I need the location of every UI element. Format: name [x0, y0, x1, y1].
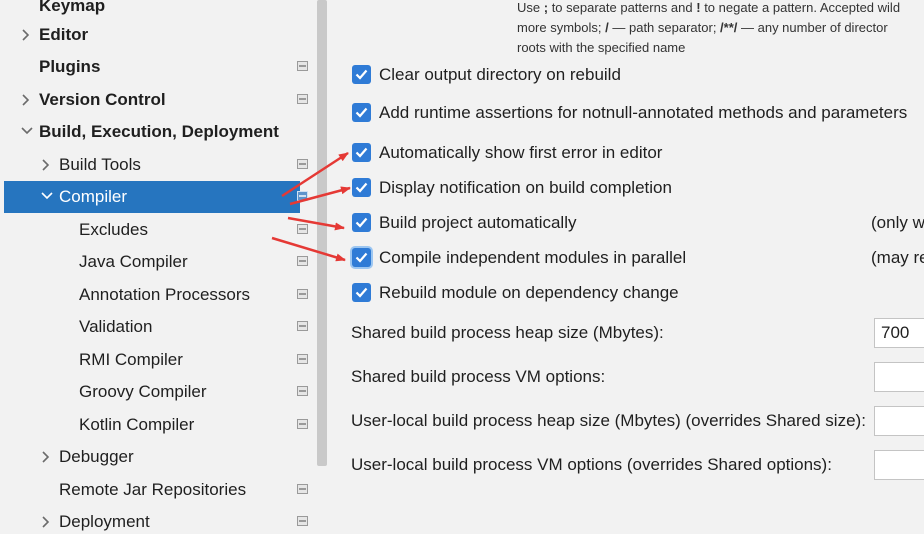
option-label: Build project automatically — [379, 213, 577, 232]
sidebar-item-debugger[interactable]: Debugger — [0, 441, 316, 473]
project-level-icon — [297, 256, 308, 266]
user-heap-size-input[interactable] — [874, 406, 924, 436]
user-vm-options-input[interactable] — [874, 450, 924, 480]
project-level-icon — [297, 94, 308, 104]
project-level-icon — [297, 419, 308, 429]
chevron-right-icon[interactable] — [41, 506, 55, 534]
chevron-right-icon[interactable] — [41, 441, 55, 473]
sidebar-item-label: Debugger — [59, 447, 134, 466]
sidebar-scrollbar-thumb[interactable] — [317, 0, 327, 466]
vm-options-input[interactable] — [874, 362, 924, 392]
option-label: Compile independent modules in parallel — [379, 248, 687, 267]
option-label: Rebuild module on dependency change — [379, 283, 679, 302]
sidebar-item-build-tools[interactable]: Build Tools — [0, 149, 316, 181]
sidebar-item-label: Annotation Processors — [79, 285, 251, 304]
sidebar-item-label: Excludes — [79, 220, 148, 239]
field-label: User-local build process VM options (ove… — [351, 455, 832, 474]
option-label: Clear output directory on rebuild — [379, 65, 621, 84]
sidebar-item-excludes[interactable]: Excludes — [0, 214, 316, 246]
sidebar-item-label: Build Tools — [59, 155, 141, 174]
project-level-icon — [297, 159, 308, 169]
sidebar-item-kotlin-compiler[interactable]: Kotlin Compiler — [0, 409, 316, 441]
sidebar-item-label: RMI Compiler — [79, 350, 183, 369]
project-level-icon — [297, 289, 308, 299]
project-level-icon — [297, 321, 308, 331]
sidebar-item-label: Groovy Compiler — [79, 382, 207, 401]
sidebar-item-label: Plugins — [39, 57, 101, 76]
field-label: User-local build process heap size (Mbyt… — [351, 411, 866, 430]
hint-line-2: more symbols; / — path separator; /**/ —… — [517, 20, 888, 35]
sidebar-item-compiler[interactable]: Compiler — [4, 181, 308, 213]
chevron-right-icon[interactable] — [41, 149, 55, 181]
option-label: Add runtime assertions for notnull-annot… — [379, 103, 908, 122]
sidebar-item-version-control[interactable]: Version Control — [0, 84, 316, 116]
sidebar-item-label: Remote Jar Repositories — [59, 480, 247, 499]
sidebar-item-plugins[interactable]: Plugins — [0, 51, 316, 83]
option-label: Automatically show first error in editor — [379, 143, 663, 162]
sidebar-item-java-compiler[interactable]: Java Compiler — [0, 246, 316, 278]
sidebar-item-label: Version Control — [39, 90, 166, 109]
checkbox[interactable] — [352, 103, 371, 122]
checkbox[interactable] — [352, 178, 371, 197]
checkbox[interactable] — [352, 248, 371, 267]
sidebar-item-label: Build, Execution, Deployment — [39, 122, 279, 141]
chevron-right-icon[interactable] — [21, 84, 35, 116]
sidebar-item-editor[interactable]: Editor — [0, 19, 316, 51]
sidebar-item-label: Deployment — [59, 512, 150, 531]
sidebar-item-label: Kotlin Compiler — [79, 415, 195, 434]
sidebar-item-build-execution-deployment[interactable]: Build, Execution, Deployment — [0, 116, 316, 148]
field-label: Shared build process VM options: — [351, 367, 606, 386]
option-note: (may re — [871, 248, 924, 267]
sidebar-item-label: Compiler — [59, 187, 128, 206]
project-level-icon — [297, 191, 308, 201]
sidebar-item-annotation-processors[interactable]: Annotation Processors — [0, 279, 316, 311]
chevron-down-icon[interactable] — [21, 116, 35, 148]
exclude-pattern-hint: Use ; to separate patterns and ! to nega… — [517, 0, 924, 58]
sidebar-item-validation[interactable]: Validation — [0, 311, 316, 343]
chevron-down-icon[interactable] — [41, 181, 55, 213]
checkbox[interactable] — [352, 143, 371, 162]
chevron-right-icon[interactable] — [21, 19, 35, 51]
heap-size-input[interactable]: 700 — [874, 318, 924, 348]
sidebar-item-label: Validation — [79, 317, 153, 336]
project-level-icon — [297, 484, 308, 494]
option-note: (only w — [871, 213, 924, 232]
checkbox[interactable] — [352, 65, 371, 84]
option-label: Display notification on build completion — [379, 178, 672, 197]
sidebar-item-deployment[interactable]: Deployment — [0, 506, 316, 534]
project-level-icon — [297, 354, 308, 364]
project-level-icon — [297, 516, 308, 526]
sidebar-item-groovy-compiler[interactable]: Groovy Compiler — [0, 376, 316, 408]
sidebar-item-remote-jar-repositories[interactable]: Remote Jar Repositories — [0, 474, 316, 506]
sidebar-item-rmi-compiler[interactable]: RMI Compiler — [0, 344, 316, 376]
hint-line-3: roots with the specified name — [517, 40, 686, 55]
project-level-icon — [297, 386, 308, 396]
settings-sidebar: Keymap Editor Plugins Version Control Build,… — [0, 0, 330, 534]
project-level-icon — [297, 61, 308, 71]
hint-line-1: Use ; to separate patterns and ! to nega… — [517, 0, 901, 15]
checkbox[interactable] — [352, 283, 371, 302]
field-label: Shared build process heap size (Mbytes): — [351, 323, 664, 342]
sidebar-item-label: Editor — [39, 25, 89, 44]
checkbox[interactable] — [352, 213, 371, 232]
sidebar-item-label: Java Compiler — [79, 252, 188, 271]
compiler-settings-panel: Use ; to separate patterns and ! to nega… — [330, 0, 924, 534]
project-level-icon — [297, 224, 308, 234]
